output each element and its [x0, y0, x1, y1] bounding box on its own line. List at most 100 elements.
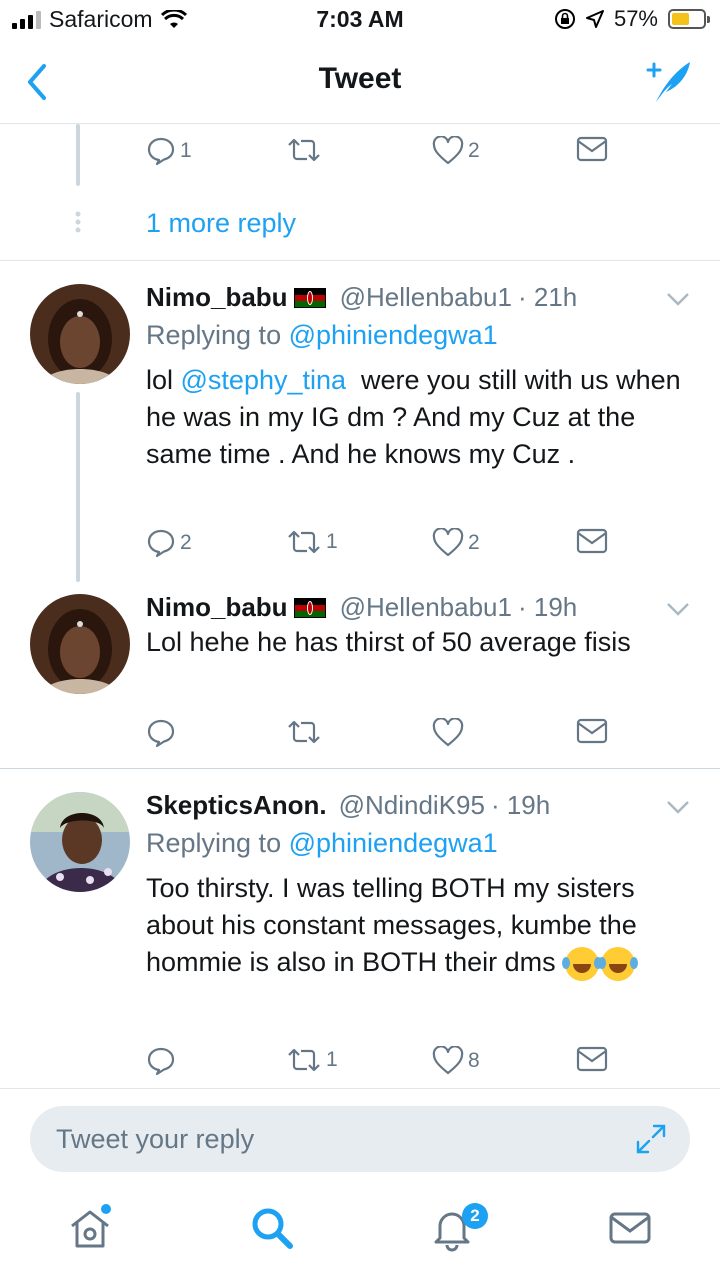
reply-button[interactable]	[146, 718, 180, 748]
dm-icon	[576, 528, 608, 554]
like-icon	[432, 528, 464, 557]
display-name[interactable]: Nimo_babu	[146, 282, 288, 313]
status-right: 57%	[554, 6, 710, 32]
status-bar: Safaricom 7:03 AM 57%	[0, 0, 720, 40]
display-name[interactable]: SkepticsAnon.	[146, 790, 327, 821]
dm-button[interactable]	[576, 136, 608, 162]
retweet-icon	[288, 720, 320, 744]
like-icon	[432, 1046, 464, 1075]
replying-to-link[interactable]: @phiniendegwa1	[289, 828, 498, 858]
retweet-button[interactable]: 1	[286, 1046, 338, 1074]
chevron-down-icon[interactable]	[666, 800, 690, 814]
avatar-image	[30, 792, 130, 892]
reply-icon	[147, 137, 175, 166]
action-bar: 1 2	[146, 136, 646, 176]
tweet-text: lol @stephy_tina were you still with us …	[146, 362, 706, 473]
like-count: 8	[468, 1049, 480, 1072]
replying-to: Replying to @phiniendegwa1	[146, 320, 498, 351]
page-title: Tweet	[318, 62, 402, 95]
replying-to-link[interactable]: @phiniendegwa1	[289, 320, 498, 350]
messages-icon[interactable]	[606, 1204, 654, 1252]
retweet-count: 1	[326, 530, 338, 553]
replying-prefix: Replying to	[146, 828, 289, 858]
tweet-text-lead: lol	[146, 365, 181, 395]
dm-icon	[576, 718, 608, 744]
retweet-button[interactable]	[286, 718, 326, 746]
timestamp: · 19h	[517, 592, 578, 622]
avatar[interactable]	[30, 284, 130, 384]
compose-icon[interactable]	[642, 56, 694, 108]
dm-button[interactable]	[576, 1046, 608, 1072]
retweet-icon	[288, 1048, 320, 1072]
battery-percent: 57%	[613, 6, 658, 31]
like-count: 2	[468, 531, 480, 554]
reply-button[interactable]: 1	[146, 136, 192, 166]
retweet-icon	[288, 530, 320, 554]
display-name[interactable]: Nimo_babu	[146, 592, 288, 623]
divider	[0, 260, 720, 261]
replying-prefix: Replying to	[146, 320, 289, 350]
tweet-header: Nimo_babu @Hellenbabu1 · 21h	[146, 282, 577, 313]
avatar[interactable]	[30, 792, 130, 892]
retweet-count: 1	[326, 1048, 338, 1071]
avatar-image	[30, 284, 130, 384]
reply-placeholder: Tweet your reply	[56, 1124, 255, 1154]
timestamp: · 19h	[490, 790, 551, 820]
dm-button[interactable]	[576, 718, 608, 744]
home-unread-dot	[101, 1204, 111, 1214]
like-button[interactable]: 2	[432, 528, 480, 558]
reply-count: 1	[180, 139, 192, 162]
retweet-icon	[288, 138, 320, 162]
handle[interactable]: @NdindiK95	[339, 790, 485, 821]
tweet-text: Lol hehe he has thirst of 50 average fis…	[146, 627, 631, 657]
laughing-tears-emoji-icon	[598, 946, 636, 981]
reply-button[interactable]	[146, 1046, 180, 1076]
like-button[interactable]: 2	[432, 136, 480, 166]
reply-icon	[147, 1047, 175, 1076]
like-icon	[432, 136, 464, 165]
like-icon	[432, 718, 464, 747]
thread-line	[76, 392, 80, 582]
mention-link[interactable]: @stephy_tina	[181, 365, 347, 395]
location-icon	[585, 10, 604, 28]
reply-icon	[147, 529, 175, 558]
dm-icon	[576, 136, 608, 162]
avatar-image	[30, 594, 130, 694]
retweet-button[interactable]	[286, 136, 326, 164]
orientation-lock-icon	[554, 9, 575, 29]
search-icon[interactable]	[248, 1204, 296, 1252]
divider	[0, 768, 720, 769]
reply-input[interactable]: Tweet your reply	[30, 1106, 690, 1172]
action-bar: 2 1 2	[146, 528, 646, 568]
dm-icon	[576, 1046, 608, 1072]
dm-button[interactable]	[576, 528, 608, 554]
tweet-text: Too thirsty. I was telling BOTH my siste…	[146, 870, 706, 981]
divider	[0, 1088, 720, 1089]
reply-button[interactable]: 2	[146, 528, 192, 558]
more-replies-link[interactable]: 1 more reply	[146, 208, 296, 239]
battery-icon	[668, 9, 710, 29]
like-button[interactable]: 8	[432, 1046, 480, 1076]
timestamp: · 21h	[517, 282, 578, 312]
like-button[interactable]	[432, 718, 468, 748]
kenya-flag-icon	[293, 597, 326, 618]
chevron-down-icon[interactable]	[666, 292, 690, 306]
reply-icon	[147, 719, 175, 748]
thread-line	[76, 124, 80, 186]
nav-bar: Tweet	[0, 40, 720, 124]
like-count: 2	[468, 139, 480, 162]
handle[interactable]: @Hellenbabu1	[340, 592, 512, 623]
avatar[interactable]	[30, 594, 130, 694]
more-replies-dots-icon	[75, 211, 81, 233]
kenya-flag-icon	[293, 287, 326, 308]
chevron-down-icon[interactable]	[666, 602, 690, 616]
expand-icon[interactable]	[634, 1122, 668, 1156]
laughing-tears-emoji-icon	[562, 946, 600, 981]
notifications-badge: 2	[462, 1203, 488, 1229]
action-bar	[146, 718, 646, 758]
handle[interactable]: @Hellenbabu1	[340, 282, 512, 313]
replying-to: Replying to @phiniendegwa1	[146, 828, 498, 859]
tweet-header: Nimo_babu @Hellenbabu1 · 19h	[146, 592, 577, 623]
action-bar: 1 8	[146, 1046, 646, 1086]
retweet-button[interactable]: 1	[286, 528, 338, 556]
